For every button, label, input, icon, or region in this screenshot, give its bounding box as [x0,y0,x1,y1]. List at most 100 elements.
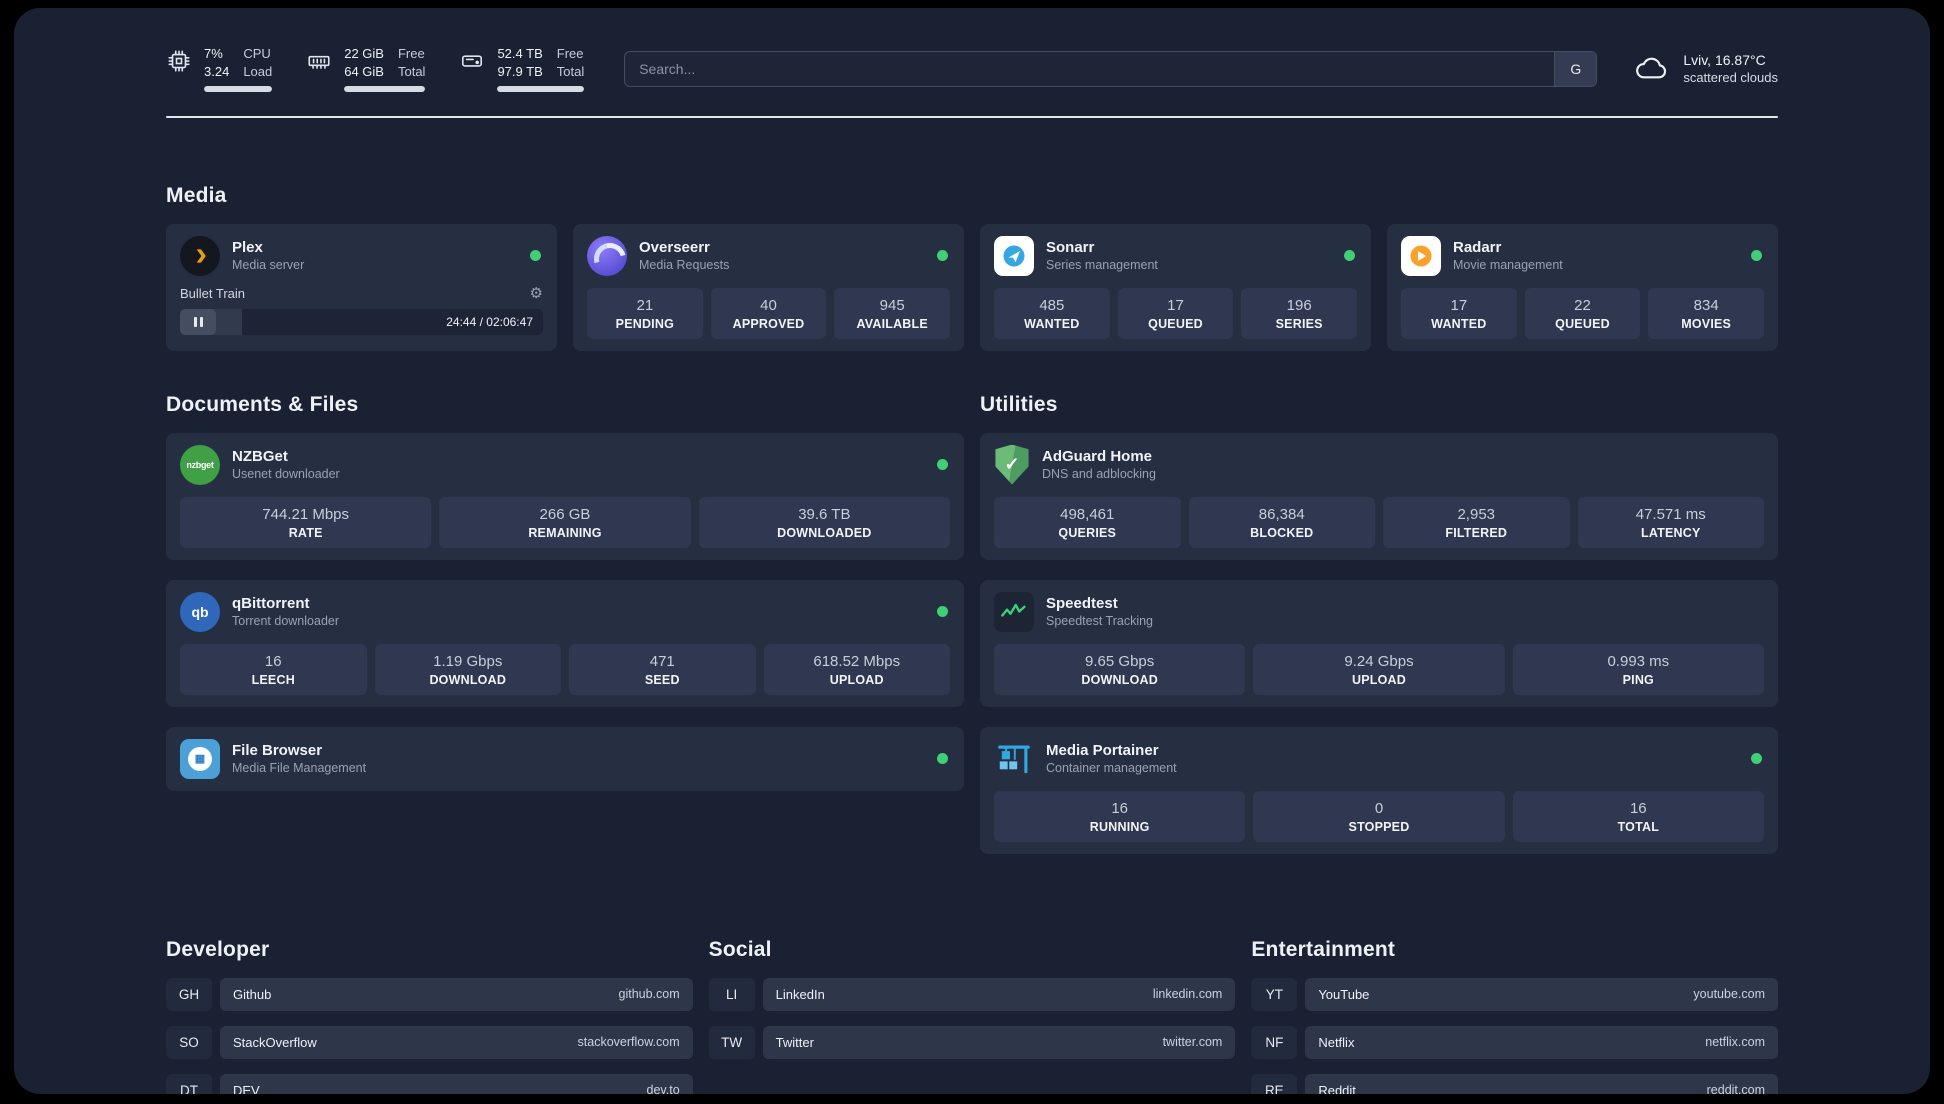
app-card-filebrowser[interactable]: ▦ File Browser Media File Management [166,726,964,791]
resource-widgets: 7% 3.24 CPU Load 22 GiB 64 GiB Free Tota… [166,46,585,92]
app-card-portainer[interactable]: Media Portainer Container management 16 … [980,726,1778,854]
bookmark-twitter[interactable]: TW Twitter twitter.com [708,1025,1236,1059]
status-dot [937,753,948,764]
status-dot [1751,753,1762,764]
app-name: Plex [232,239,263,256]
stat-label: UPLOAD [829,672,884,687]
search-provider-button[interactable]: G [1554,51,1597,86]
stat-value: 1.19 Gbps [433,652,503,670]
app-card-sonarr[interactable]: Sonarr Series management 485 WANTED 17 Q… [980,223,1371,351]
bookmark-dev[interactable]: DT DEV dev.to [166,1073,693,1094]
bookmark-netflix[interactable]: NF Netflix netflix.com [1251,1025,1778,1059]
memory-usage-bar [344,85,426,92]
cpu-icon [166,48,192,74]
stat-tile: 16 RUNNING [994,790,1246,842]
stat-value: 196 [1286,296,1312,314]
app-card-qbittorrent[interactable]: qb qBittorrent Torrent downloader 16 LEE… [166,579,964,707]
filebrowser-glyph: ▦ [188,746,212,771]
cpu-widget: 7% 3.24 CPU Load [166,46,273,92]
status-dot [937,459,948,470]
section-developer: Developer GH Github github.com SO StackO… [166,938,693,1094]
bookmark-stackoverflow[interactable]: SO StackOverflow stackoverflow.com [166,1025,693,1059]
portainer-icon [994,739,1034,779]
bookmark-youtube[interactable]: YT YouTube youtube.com [1251,977,1778,1011]
stat-value: 21 [636,296,654,314]
stat-tile: 17 WANTED [1401,287,1517,339]
bookmark-url: github.com [618,987,680,1001]
memory-icon [306,48,332,74]
section-title-utilities: Utilities [980,392,1058,416]
app-desc: Speedtest Tracking [1046,614,1154,628]
bookmark-url: stackoverflow.com [577,1035,680,1049]
stat-label: PING [1622,672,1654,687]
bookmark-reddit[interactable]: RE Reddit reddit.com [1251,1073,1778,1094]
stat-label: UPLOAD [1352,672,1406,687]
stat-label: WANTED [1431,316,1487,331]
stat-label: DOWNLOAD [429,672,507,687]
app-desc: Torrent downloader [232,614,340,628]
stat-value: 9.24 Gbps [1344,652,1414,670]
pause-button[interactable] [180,308,216,335]
app-card-nzbget[interactable]: nzbget NZBGet Usenet downloader 744.21 M… [166,432,964,560]
stat-tile: 266 GB REMAINING [439,496,691,548]
app-card-radarr[interactable]: Radarr Movie management 17 WANTED 22 QUE… [1387,223,1778,351]
app-name: Media Portainer [1046,742,1159,759]
weather-location: Lviv, 16.87°C [1683,52,1766,69]
overseerr-icon [587,235,627,276]
section-documents: Documents & Files nzbget NZBGet Usenet d… [166,393,964,854]
stat-label: LATENCY [1641,525,1701,540]
stat-value: 86,384 [1258,505,1305,523]
app-desc: Movie management [1453,258,1563,272]
gear-icon[interactable]: ⚙ [530,286,543,301]
search-input[interactable] [625,51,1555,86]
stat-label: QUEUED [1148,316,1203,331]
bookmark-name: Netflix [1318,1034,1355,1050]
playback-time: 24:44 / 02:06:47 [446,314,533,329]
bookmark-url: netflix.com [1705,1035,1765,1049]
weather-widget: Lviv, 16.87°C scattered clouds [1633,52,1778,85]
app-card-overseerr[interactable]: Overseerr Media Requests 21 PENDING 40 A… [573,223,964,351]
bookmark-linkedin[interactable]: LI LinkedIn linkedin.com [708,977,1236,1011]
stat-label: MOVIES [1681,316,1732,331]
weather-condition: scattered clouds [1683,70,1778,86]
playback-progress-bar[interactable]: 24:44 / 02:06:47 [180,308,543,335]
stat-tile: 0 STOPPED [1253,790,1505,842]
stat-value: 945 [879,296,905,314]
memory-total-label: Total [397,64,426,80]
bookmark-abbr: LI [708,977,755,1011]
adguard-shield-icon: ✓ [995,444,1029,485]
app-desc: Series management [1046,258,1158,272]
cpu-label: CPU [243,46,271,61]
app-card-adguard[interactable]: ✓ AdGuard Home DNS and adblocking 498,46… [980,432,1778,560]
stat-value: 9.65 Gbps [1085,652,1155,670]
disk-free-label: Free [556,46,584,61]
bookmark-abbr: YT [1251,977,1298,1011]
app-name: Sonarr [1046,239,1095,256]
bookmark-abbr: SO [166,1025,212,1059]
status-dot [937,606,948,617]
disk-widget: 52.4 TB 97.9 TB Free Total [459,46,585,92]
stat-tile: 40 APPROVED [710,287,827,339]
cloud-icon [1633,54,1671,84]
stat-tile: 9.65 Gbps DOWNLOAD [994,643,1246,695]
stat-tile: 21 PENDING [587,287,703,339]
disk-icon [459,48,485,74]
status-dot [1344,250,1355,261]
section-utilities: Utilities ✓ AdGuard Home DNS and adblock… [980,393,1778,854]
now-playing-title: Bullet Train [180,285,246,301]
stat-tile: 744.21 Mbps RATE [180,496,432,548]
app-card-speedtest[interactable]: Speedtest Speedtest Tracking 9.65 Gbps D… [980,579,1778,707]
disk-free-value: 52.4 TB [497,46,543,61]
stat-tile: 196 SERIES [1241,287,1358,339]
stat-label: SEED [644,672,680,687]
stat-tile: 834 MOVIES [1648,287,1765,339]
stat-value: 22 [1574,296,1591,314]
stat-label: RUNNING [1089,819,1150,834]
app-card-plex[interactable]: Plex Media server Bullet Train ⚙ 24:44 /… [166,223,557,351]
status-dot [530,250,541,261]
bookmark-name: LinkedIn [775,986,825,1002]
bookmark-abbr: DT [166,1073,212,1094]
bookmark-github[interactable]: GH Github github.com [166,977,693,1011]
stat-label: AVAILABLE [856,316,928,331]
stat-tile: 498,461 QUERIES [994,496,1181,548]
